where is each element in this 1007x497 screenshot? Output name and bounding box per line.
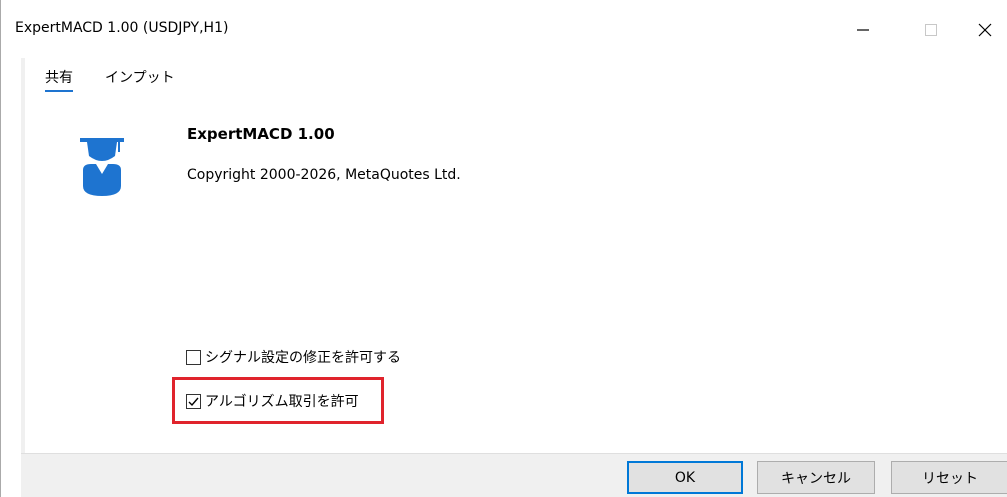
allow-algo-trading-option[interactable]: アルゴリズム取引を許可 (186, 391, 359, 411)
maximize-icon (925, 24, 937, 36)
close-button[interactable] (962, 10, 1007, 50)
checkmark-icon (188, 397, 199, 406)
tab-inputs[interactable]: インプット (105, 67, 175, 90)
expert-properties-dialog: ExpertMACD 1.00 (USDJPY,H1) 共有 インプット Exp… (0, 0, 1007, 497)
expert-name: ExpertMACD 1.00 (187, 125, 335, 143)
expert-advisor-icon (80, 138, 124, 196)
tab-common[interactable]: 共有 (45, 67, 73, 92)
allow-signal-modification-option[interactable]: シグナル設定の修正を許可する (186, 347, 401, 367)
ok-button[interactable]: OK (627, 461, 743, 494)
minimize-button[interactable] (840, 10, 886, 50)
allow-signal-modification-checkbox[interactable] (186, 349, 201, 365)
close-icon (978, 23, 992, 37)
window-title: ExpertMACD 1.00 (USDJPY,H1) (15, 20, 229, 36)
expert-copyright: Copyright 2000-2026, MetaQuotes Ltd. (187, 167, 461, 183)
allow-algo-trading-label: アルゴリズム取引を許可 (205, 394, 359, 410)
maximize-button[interactable] (908, 10, 954, 50)
minimize-icon (857, 29, 869, 31)
reset-button[interactable]: リセット (891, 461, 1007, 494)
allow-algo-trading-checkbox[interactable] (186, 393, 201, 409)
title-bar[interactable]: ExpertMACD 1.00 (USDJPY,H1) (1, 0, 1007, 58)
cancel-button[interactable]: キャンセル (757, 461, 875, 494)
allow-signal-modification-label: シグナル設定の修正を許可する (205, 350, 401, 366)
